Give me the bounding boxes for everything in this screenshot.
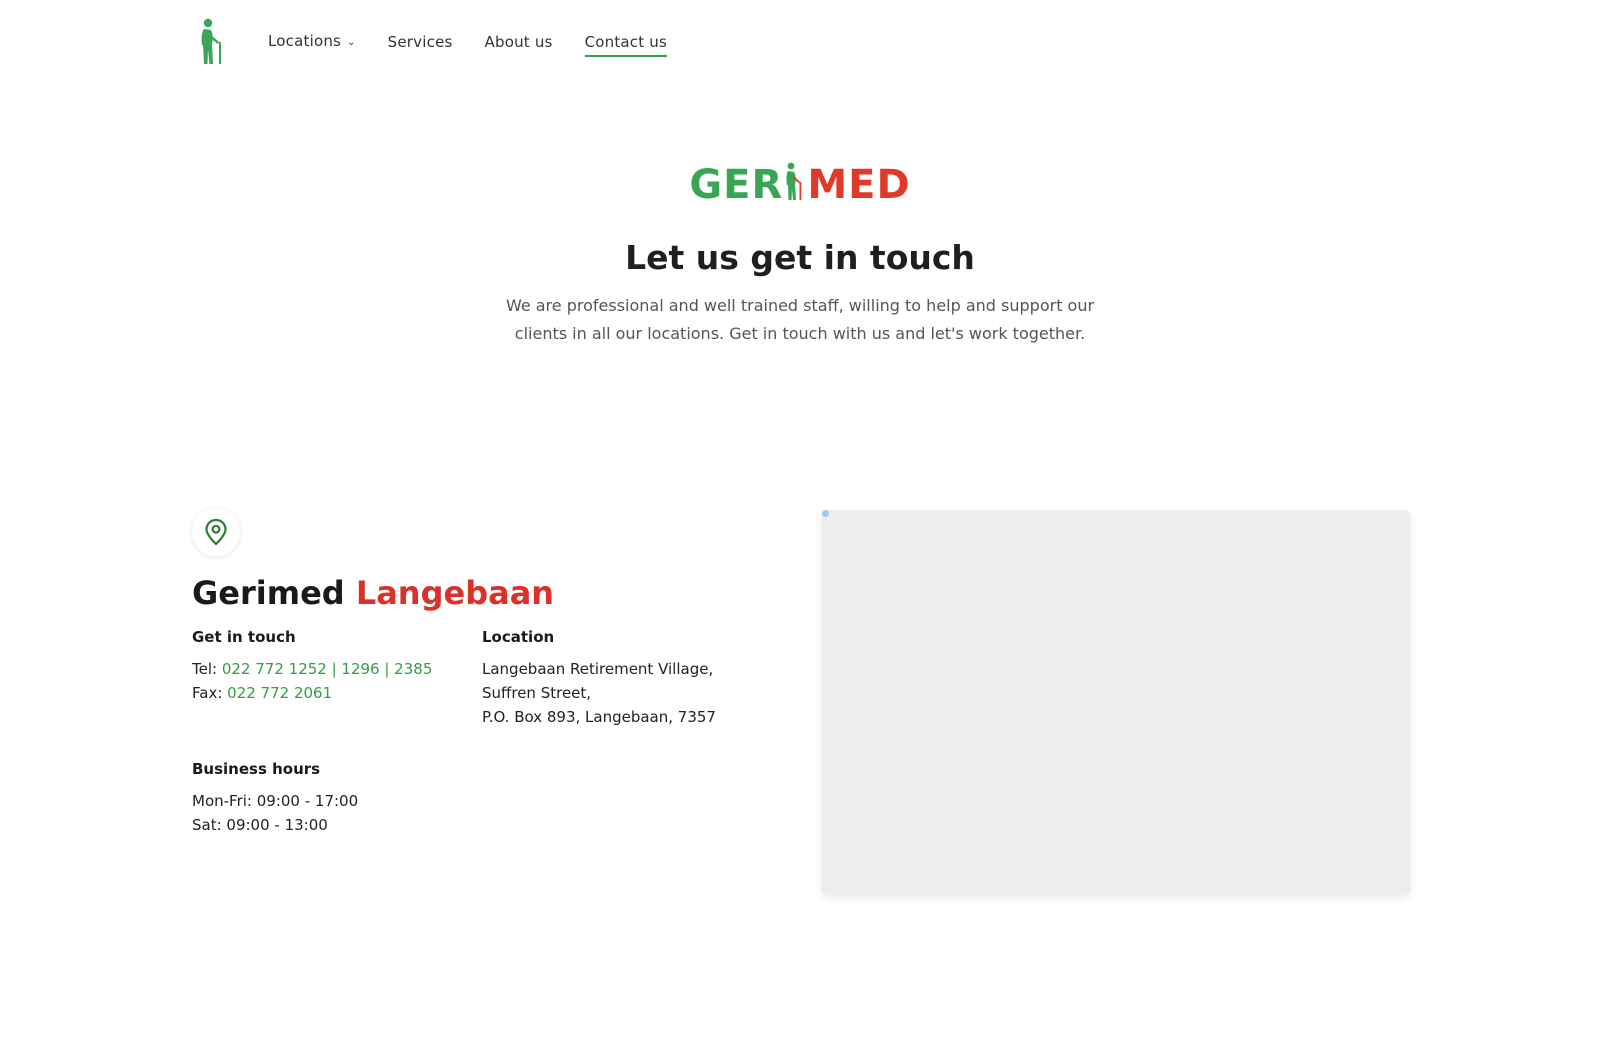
business-hours-heading: Business hours [192, 760, 321, 778]
hero-description: We are professional and well trained sta… [505, 296, 1095, 343]
hours-line: Sat: 09:00 - 13:00 [192, 816, 328, 834]
nav-item-label: About us [484, 33, 553, 51]
location-title-main: Gerimed [192, 574, 345, 612]
fax-link[interactable]: 022 772 2061 [227, 684, 332, 702]
location-title: Gerimed Langebaan [192, 572, 554, 614]
brand-left: GER [689, 162, 784, 208]
nav-item-contact-us[interactable]: Contact us [584, 31, 668, 57]
fax-label: Fax: [192, 684, 223, 702]
main-nav: Locations ⌄ Services About us Contact us [268, 30, 699, 57]
map-loading-dot [822, 510, 829, 517]
chevron-down-icon: ⌄ [347, 37, 356, 48]
nav-item-services[interactable]: Services [388, 31, 453, 53]
map-embed[interactable] [822, 510, 1410, 894]
brand-figure-icon [786, 162, 802, 200]
site-header: Locations ⌄ Services About us Contact us [0, 0, 1600, 84]
nav-item-about-us[interactable]: About us [485, 31, 553, 53]
fax-line: Fax: 022 772 2061 [192, 681, 462, 705]
address-line: Langebaan Retirement Village, [482, 660, 714, 678]
business-hours-block: Business hours Mon-Fri: 09:00 - 17:00 Sa… [192, 759, 492, 837]
nav-item-label: Services [387, 33, 453, 51]
brand-right: MED [807, 162, 911, 208]
location-heading: Location [482, 628, 555, 646]
logo-elderly-person-icon[interactable] [198, 18, 228, 66]
get-in-touch-heading: Get in touch [192, 628, 296, 646]
brand-logo: GER MED [0, 162, 1600, 208]
tel-label: Tel: [192, 660, 218, 678]
tel-link[interactable]: 022 772 1252 | 1296 | 2385 [222, 660, 433, 678]
address-line: P.O. Box 893, Langebaan, 7357 [482, 708, 716, 726]
location-title-accent: Langebaan [355, 574, 555, 612]
map-pin-icon [205, 518, 227, 546]
nav-item-locations[interactable]: Locations ⌄ [268, 30, 356, 54]
location-block: Location Langebaan Retirement Village, S… [482, 627, 782, 729]
tel-line: Tel: 022 772 1252 | 1296 | 2385 [192, 657, 462, 681]
nav-item-label: Contact us [584, 33, 668, 51]
get-in-touch-block: Get in touch Tel: 022 772 1252 | 1296 | … [192, 627, 462, 705]
hours-line: Mon-Fri: 09:00 - 17:00 [192, 792, 359, 810]
page-title: Let us get in touch [625, 238, 975, 277]
location-badge [192, 508, 240, 556]
address-line: Suffren Street, [482, 684, 592, 702]
nav-item-label: Locations [268, 32, 342, 50]
